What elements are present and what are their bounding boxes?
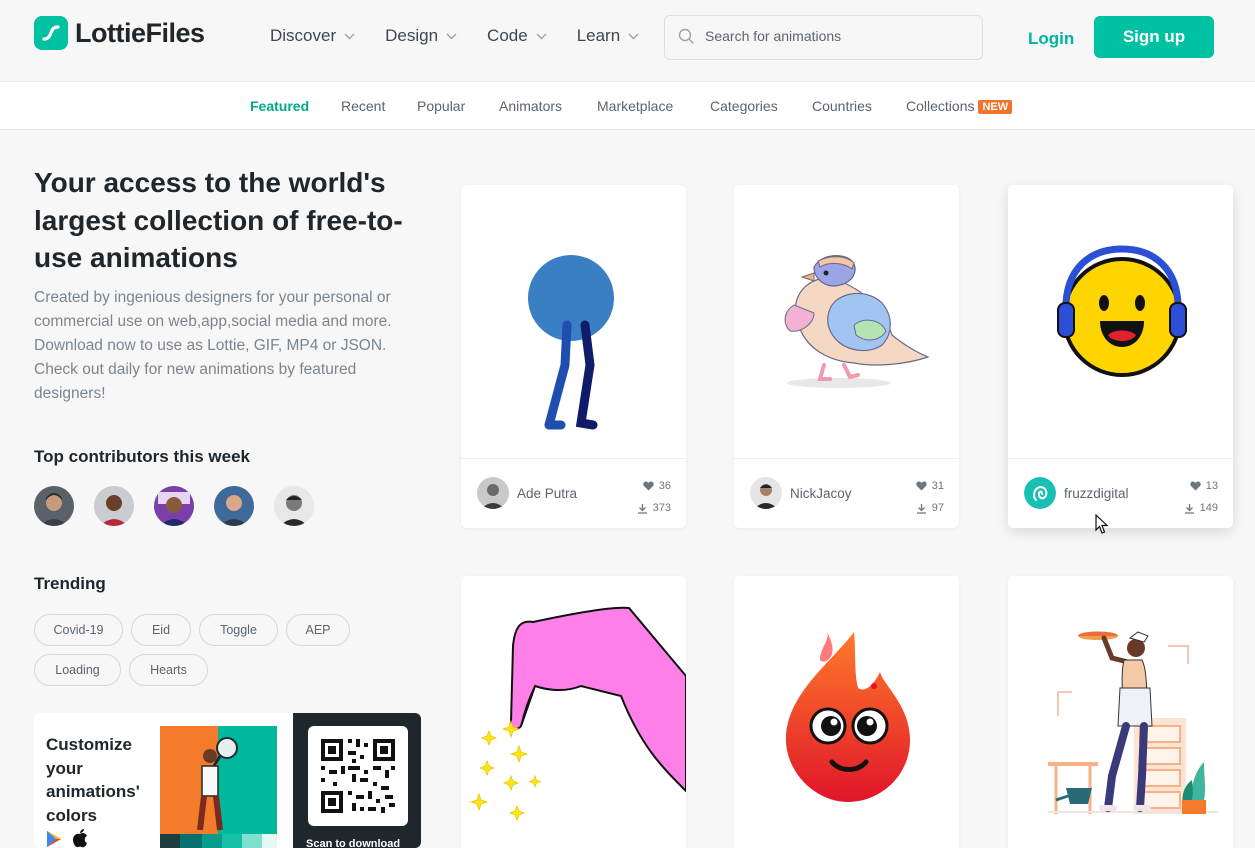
contributors-title: Top contributors this week — [34, 447, 250, 466]
avatar[interactable] — [477, 477, 509, 509]
tab-recent[interactable]: Recent — [341, 98, 385, 114]
logo-icon — [34, 16, 68, 50]
contributors-list — [34, 486, 334, 526]
animation-preview — [1057, 245, 1187, 377]
card-stats: 31 97 — [916, 475, 944, 519]
animation-card[interactable] — [734, 576, 959, 848]
animation-preview — [785, 632, 910, 802]
nav-learn-label: Learn — [576, 26, 621, 45]
search-input[interactable] — [705, 28, 965, 44]
signup-button[interactable]: Sign up — [1094, 16, 1214, 58]
logo[interactable]: LottieFiles — [34, 16, 205, 50]
card-footer: fruzzdigital 13 149 — [1008, 458, 1233, 528]
trending-title: Trending — [34, 574, 106, 593]
nav-code[interactable]: Code — [487, 26, 547, 46]
tab-collections[interactable]: Collections NEW — [906, 98, 1013, 114]
author-name[interactable]: fruzzdigital — [1064, 486, 1129, 501]
tag-toggle[interactable]: Toggle — [199, 614, 278, 646]
avatar[interactable] — [154, 486, 194, 526]
nav-discover-label: Discover — [270, 26, 337, 45]
hero-title: Your access to the world's largest colle… — [34, 167, 403, 273]
tag-covid-19[interactable]: Covid-19 — [34, 614, 123, 646]
animation-preview — [469, 606, 686, 822]
hero-description: Created by ingenious designers for your … — [34, 289, 392, 402]
nav-learn[interactable]: Learn — [577, 26, 639, 46]
download-icon — [1184, 503, 1194, 514]
avatar[interactable] — [750, 477, 782, 509]
chevron-down-icon — [536, 33, 547, 39]
scan-to-download-label: Scan to download — [306, 838, 401, 848]
search-box[interactable] — [664, 15, 983, 60]
promo-illustration — [160, 726, 277, 848]
nav-design[interactable]: Design — [385, 26, 457, 46]
animation-card[interactable]: fruzzdigital 13 149 — [1008, 185, 1233, 528]
animation-preview — [528, 255, 614, 430]
animation-card[interactable] — [1008, 576, 1233, 848]
qr-code — [308, 726, 408, 826]
download-count: 97 — [931, 502, 944, 514]
avatar[interactable] — [214, 486, 254, 526]
new-badge: NEW — [978, 100, 1013, 114]
like-count: 36 — [658, 480, 671, 492]
promo-text: Customize your animations' colors — [46, 735, 140, 825]
animation-card[interactable]: Ade Putra 36 373 — [461, 185, 686, 528]
like-count: 13 — [1205, 480, 1218, 492]
heart-icon — [1190, 481, 1201, 491]
category-nav: Featured Recent Popular Animators Market… — [0, 81, 1255, 130]
tab-collections-label: Collections — [906, 98, 975, 114]
heart-icon — [916, 481, 927, 491]
card-footer: NickJacoy 31 97 — [734, 458, 959, 528]
avatar[interactable] — [1024, 477, 1056, 509]
card-footer: Ade Putra 36 373 — [461, 458, 686, 528]
animation-card[interactable]: NickJacoy 31 97 — [734, 185, 959, 528]
tab-popular[interactable]: Popular — [417, 98, 465, 114]
download-count: 373 — [652, 502, 671, 514]
chevron-down-icon — [628, 33, 639, 39]
avatar[interactable] — [274, 486, 314, 526]
tab-marketplace[interactable]: Marketplace — [597, 98, 673, 114]
login-link[interactable]: Login — [1028, 29, 1074, 49]
promo-banner[interactable]: Customize your animations' colors Scan t… — [34, 713, 421, 848]
author-name[interactable]: NickJacoy — [790, 486, 852, 501]
tab-animators[interactable]: Animators — [499, 98, 562, 114]
main-nav: Discover Design Code Learn — [270, 26, 669, 46]
card-stats: 36 373 — [637, 475, 671, 519]
tag-aep[interactable]: AEP — [286, 614, 350, 646]
animation-preview — [784, 255, 930, 388]
heart-icon — [643, 481, 654, 491]
animation-preview — [1048, 631, 1218, 814]
download-count: 149 — [1199, 502, 1218, 514]
play-store-icon[interactable] — [45, 830, 63, 848]
author-name[interactable]: Ade Putra — [517, 486, 577, 501]
download-icon — [916, 503, 926, 514]
chevron-down-icon — [446, 33, 457, 39]
search-icon — [678, 28, 694, 44]
nav-discover[interactable]: Discover — [270, 26, 355, 46]
tab-categories[interactable]: Categories — [710, 98, 778, 114]
tag-loading[interactable]: Loading — [34, 654, 121, 686]
tab-countries[interactable]: Countries — [812, 98, 872, 114]
chevron-down-icon — [344, 33, 355, 39]
tag-hearts[interactable]: Hearts — [129, 654, 208, 686]
cursor-icon — [1095, 514, 1109, 534]
apple-icon[interactable] — [72, 829, 88, 848]
nav-code-label: Code — [487, 26, 528, 45]
top-bar: LottieFiles Discover Design Code Learn L… — [0, 0, 1255, 80]
promo-left: Customize your animations' colors — [34, 713, 294, 848]
nav-design-label: Design — [385, 26, 439, 45]
like-count: 31 — [931, 480, 944, 492]
tab-featured[interactable]: Featured — [250, 98, 309, 114]
promo-qr-panel: Scan to download — [293, 713, 421, 848]
avatar[interactable] — [94, 486, 134, 526]
animation-card[interactable] — [461, 576, 686, 848]
tag-eid[interactable]: Eid — [131, 614, 191, 646]
download-icon — [637, 503, 647, 514]
logo-text: LottieFiles — [75, 17, 205, 48]
avatar[interactable] — [34, 486, 74, 526]
card-stats: 13 149 — [1184, 475, 1218, 519]
